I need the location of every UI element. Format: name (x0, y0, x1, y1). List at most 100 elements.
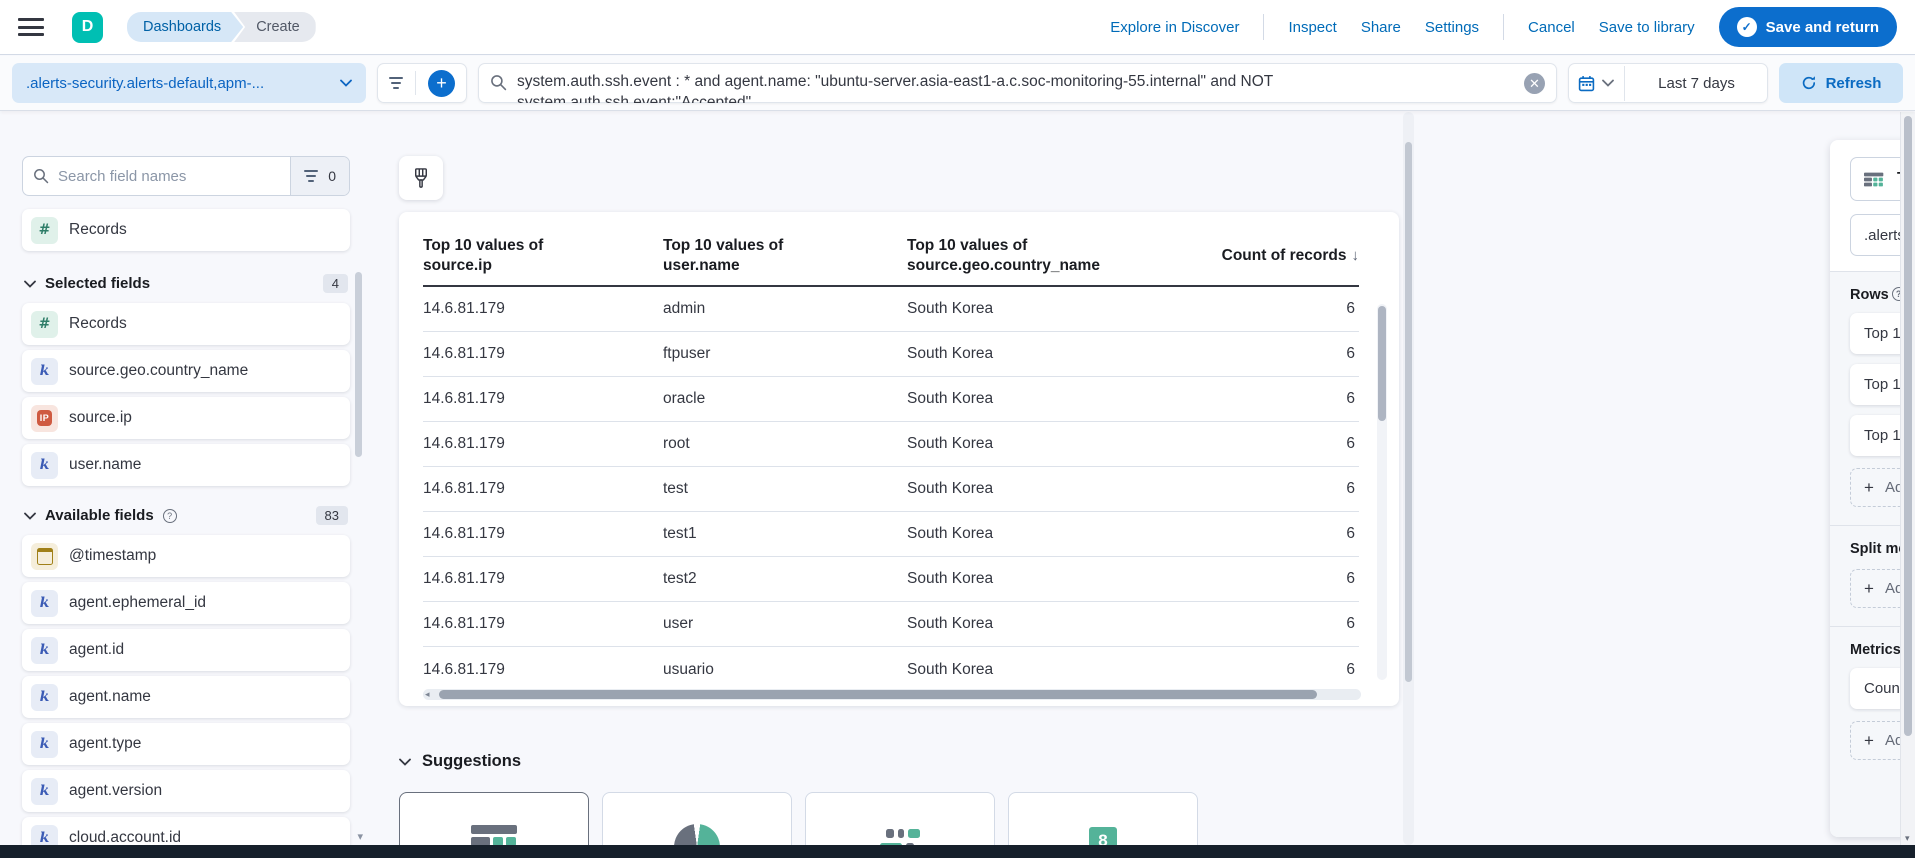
field-item[interactable]: source.geo.country_name (22, 350, 350, 392)
cell-source-ip[interactable]: 14.6.81.179 (423, 480, 663, 498)
cell-count[interactable]: 6 (1159, 435, 1359, 453)
clear-query-icon[interactable]: ✕ (1524, 73, 1545, 94)
cell-source-ip[interactable]: 14.6.81.179 (423, 570, 663, 588)
field-item[interactable]: source.ip (22, 397, 350, 439)
chart-appearance-button[interactable] (399, 156, 443, 200)
table-row[interactable]: 14.6.81.179 test South Korea 6 (423, 467, 1359, 512)
suggestion-bar-horizontal[interactable] (805, 792, 995, 845)
cell-count[interactable]: 6 (1159, 345, 1359, 363)
cell-country[interactable]: South Korea (907, 661, 1159, 679)
table-row[interactable]: 14.6.81.179 oracle South Korea 6 (423, 377, 1359, 422)
cell-user-name[interactable]: root (663, 435, 907, 453)
field-item[interactable]: agent.type (22, 723, 350, 765)
cell-source-ip[interactable]: 14.6.81.179 (423, 615, 663, 633)
cancel-link[interactable]: Cancel (1528, 19, 1575, 36)
cell-country[interactable]: South Korea (907, 300, 1159, 318)
query-input[interactable]: system.auth.ssh.event : * and agent.name… (478, 63, 1557, 103)
cell-source-ip[interactable]: 14.6.81.179 (423, 300, 663, 318)
cell-source-ip[interactable]: 14.6.81.179 (423, 345, 663, 363)
suggestion-table[interactable] (399, 792, 589, 845)
workspace-scrollbar-thumb[interactable] (1405, 142, 1412, 682)
table-row[interactable]: 14.6.81.179 ftpuser South Korea 6 (423, 332, 1359, 377)
cell-country[interactable]: South Korea (907, 570, 1159, 588)
cell-source-ip[interactable]: 14.6.81.179 (423, 435, 663, 453)
field-search-placeholder: Search field names (58, 167, 187, 185)
field-item[interactable]: user.name (22, 444, 350, 486)
cell-count[interactable]: 6 (1159, 525, 1359, 543)
cell-count[interactable]: 6 (1159, 300, 1359, 318)
menu-icon[interactable] (18, 18, 44, 36)
sidebar-scrollbar-thumb[interactable] (355, 272, 362, 457)
cell-source-ip[interactable]: 14.6.81.179 (423, 525, 663, 543)
field-item[interactable]: @timestamp (22, 535, 350, 577)
suggestion-pie[interactable] (602, 792, 792, 845)
page-scrollbar-thumb[interactable] (1904, 116, 1912, 736)
cell-country[interactable]: South Korea (907, 615, 1159, 633)
cell-country[interactable]: South Korea (907, 480, 1159, 498)
table-column-header[interactable]: Top 10 values of source.geo.country_name (907, 236, 1159, 276)
filter-icon[interactable] (389, 77, 403, 89)
header-menu-link[interactable]: Share (1361, 19, 1401, 36)
table-column-header[interactable]: Count of records ↓ (1159, 246, 1359, 266)
suggestion-metric[interactable]: 8 (1008, 792, 1198, 845)
cell-count[interactable]: 6 (1159, 390, 1359, 408)
header-menu-link[interactable]: Settings (1425, 19, 1479, 36)
table-row[interactable]: 14.6.81.179 root South Korea 6 (423, 422, 1359, 467)
suggestions-header[interactable]: Suggestions (399, 752, 1915, 771)
cell-country[interactable]: South Korea (907, 525, 1159, 543)
field-item[interactable]: Records (22, 303, 350, 345)
cell-count[interactable]: 6 (1159, 570, 1359, 588)
field-item[interactable]: Records (22, 209, 350, 251)
field-item[interactable]: agent.id (22, 629, 350, 671)
table-horizontal-scrollbar-thumb[interactable] (439, 690, 1317, 699)
breadcrumb-dashboards[interactable]: Dashboards (127, 12, 243, 42)
date-picker-calendar-button[interactable] (1568, 75, 1624, 92)
cell-count[interactable]: 6 (1159, 480, 1359, 498)
field-item[interactable]: agent.version (22, 770, 350, 812)
table-row[interactable]: 14.6.81.179 usuario South Korea 6 (423, 647, 1359, 692)
table-row[interactable]: 14.6.81.179 admin South Korea 6 (423, 287, 1359, 332)
table-column-header[interactable]: Top 10 values of user.name (663, 236, 907, 276)
cell-user-name[interactable]: admin (663, 300, 907, 318)
cell-count[interactable]: 6 (1159, 661, 1359, 679)
refresh-button[interactable]: Refresh (1779, 63, 1903, 103)
table-vertical-scrollbar-thumb[interactable] (1378, 306, 1386, 421)
data-view-picker[interactable]: .alerts-security.alerts-default,apm-... (12, 63, 366, 103)
cell-source-ip[interactable]: 14.6.81.179 (423, 390, 663, 408)
cell-user-name[interactable]: test2 (663, 570, 907, 588)
cell-country[interactable]: South Korea (907, 435, 1159, 453)
table-column-header[interactable]: Top 10 values of source.ip (423, 236, 663, 276)
cell-user-name[interactable]: oracle (663, 390, 907, 408)
cell-user-name[interactable]: user (663, 615, 907, 633)
info-icon[interactable]: ? (162, 508, 177, 523)
table-row[interactable]: 14.6.81.179 test2 South Korea 6 (423, 557, 1359, 602)
field-filter-count: 0 (328, 168, 336, 184)
field-item[interactable]: agent.ephemeral_id (22, 582, 350, 624)
cell-count[interactable]: 6 (1159, 615, 1359, 633)
save-and-return-button[interactable]: ✓ Save and return (1718, 7, 1897, 47)
table-row[interactable]: 14.6.81.179 user South Korea 6 (423, 602, 1359, 647)
space-avatar[interactable]: D (72, 11, 103, 43)
cell-country[interactable]: South Korea (907, 390, 1159, 408)
add-filter-button[interactable]: + (428, 69, 455, 97)
save-to-library-link[interactable]: Save to library (1599, 19, 1695, 36)
field-item[interactable]: cloud.account.id (22, 817, 350, 845)
available-fields-header[interactable]: Available fields ? 83 (24, 506, 348, 525)
breadcrumb: Dashboards Create (127, 12, 316, 42)
field-search-input[interactable]: Search field names (23, 168, 290, 185)
field-type-filter-button[interactable]: 0 (290, 157, 349, 195)
field-type-badge (31, 589, 58, 617)
selected-fields-header[interactable]: Selected fields 4 (24, 274, 348, 293)
cell-source-ip[interactable]: 14.6.81.179 (423, 661, 663, 679)
cell-user-name[interactable]: ftpuser (663, 345, 907, 363)
cell-user-name[interactable]: test (663, 480, 907, 498)
cell-user-name[interactable]: usuario (663, 661, 907, 679)
field-type-badge (31, 216, 58, 244)
cell-user-name[interactable]: test1 (663, 525, 907, 543)
header-menu-link[interactable]: Inspect (1288, 19, 1336, 36)
table-row[interactable]: 14.6.81.179 test1 South Korea 6 (423, 512, 1359, 557)
cell-country[interactable]: South Korea (907, 345, 1159, 363)
field-item[interactable]: agent.name (22, 676, 350, 718)
explore-in-discover-link[interactable]: Explore in Discover (1110, 19, 1239, 36)
time-range-value[interactable]: Last 7 days (1624, 65, 1768, 101)
